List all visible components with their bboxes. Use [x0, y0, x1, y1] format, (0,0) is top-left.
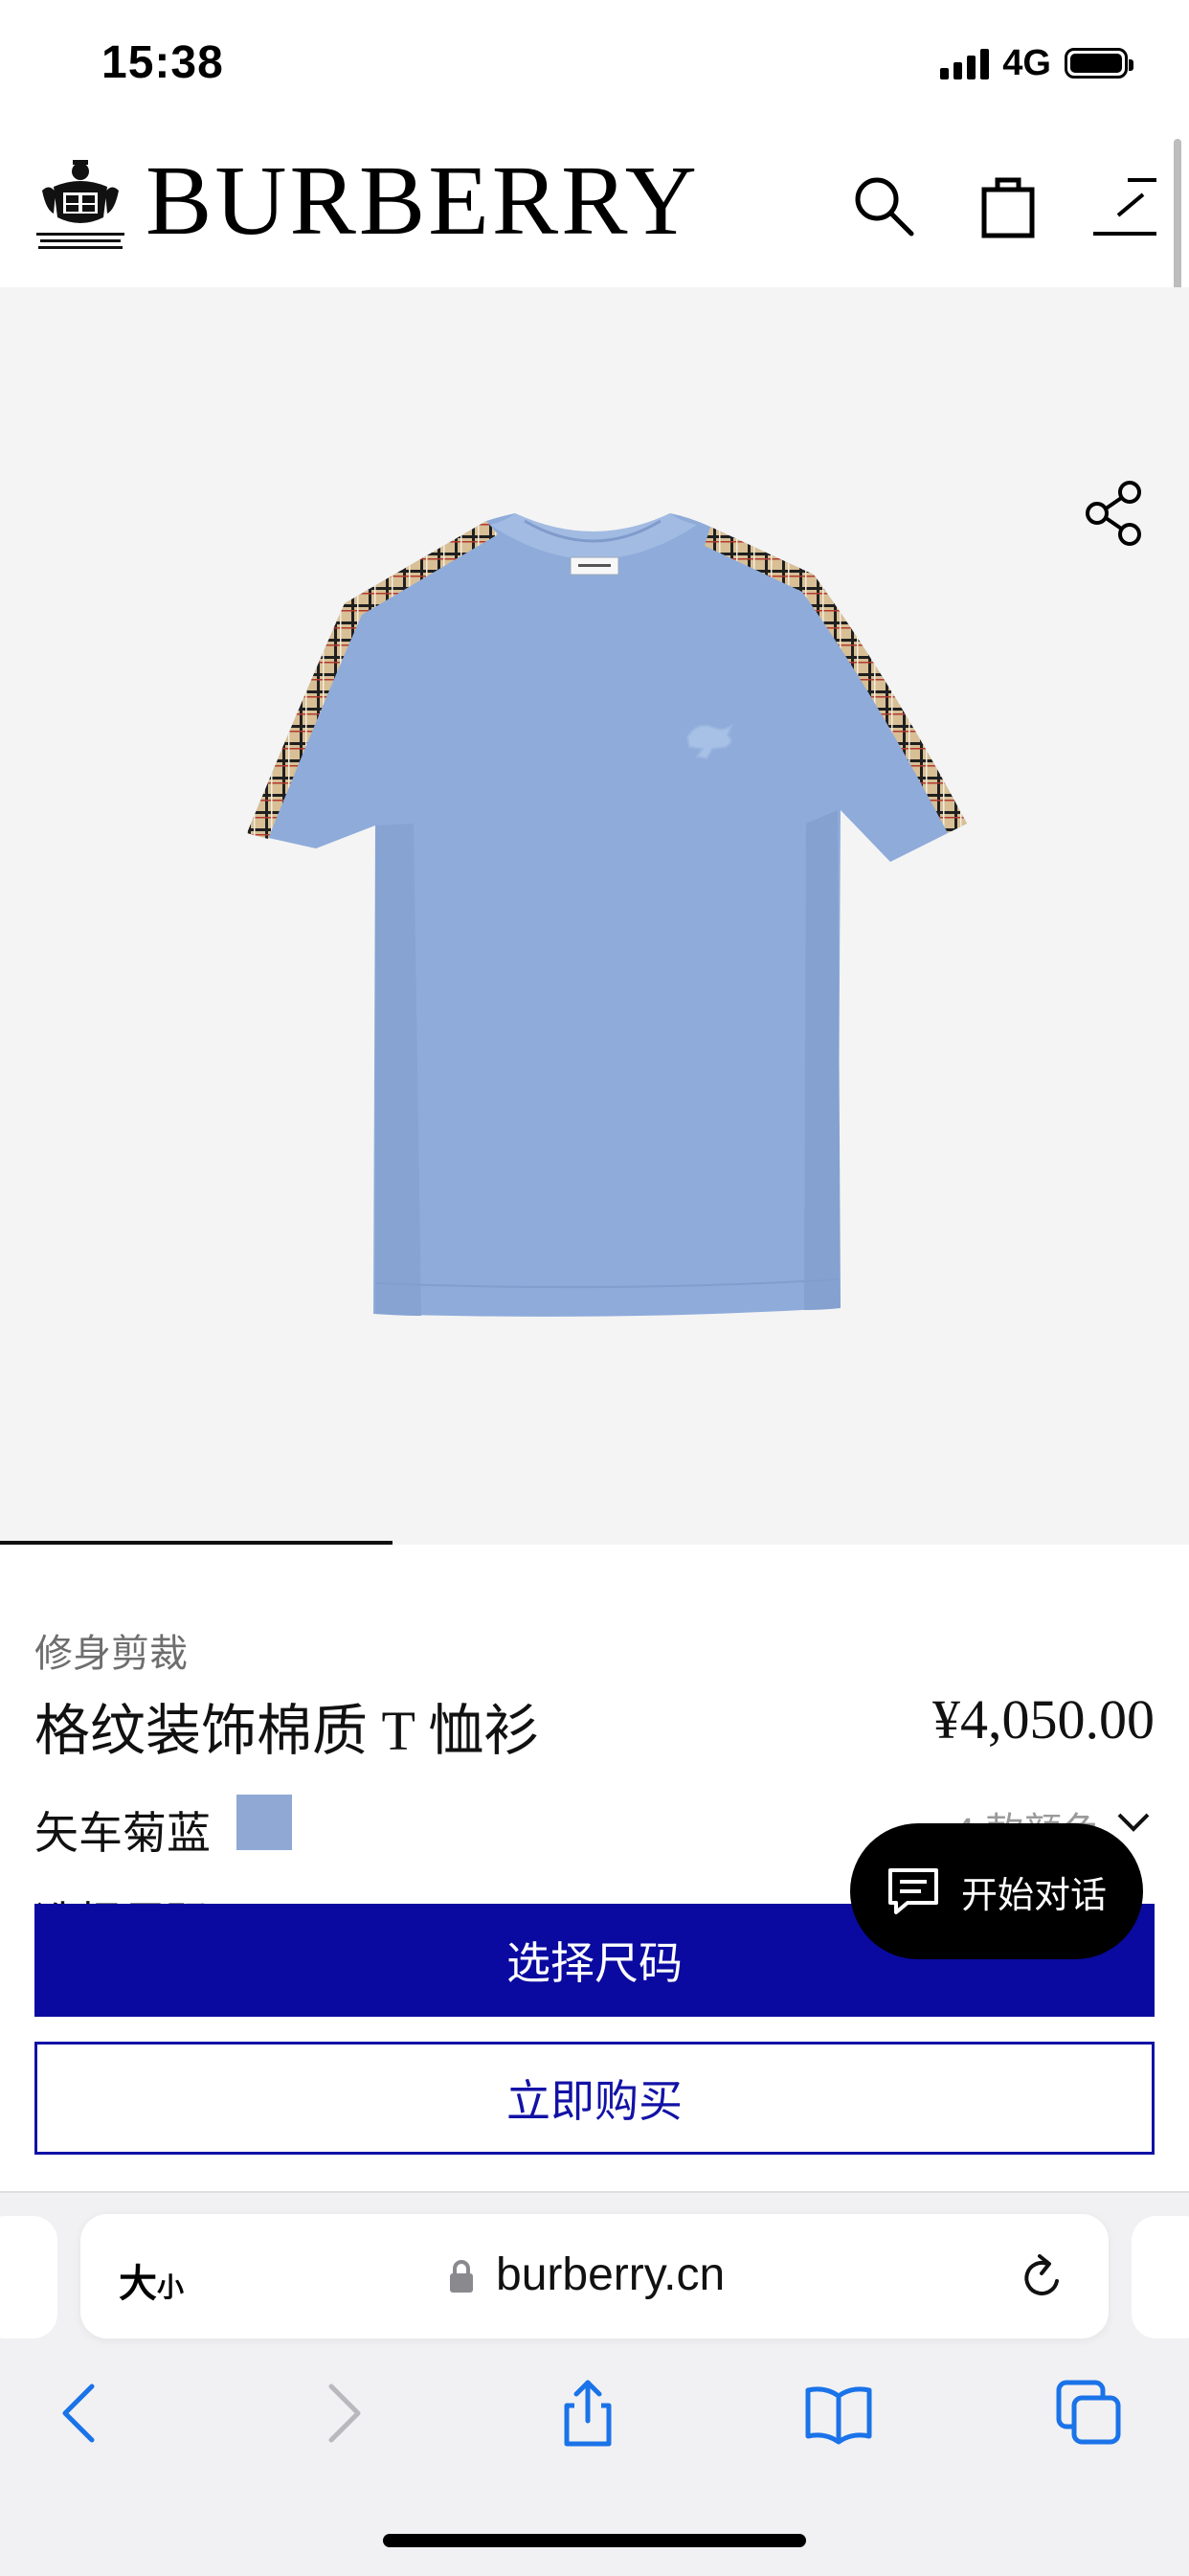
buy-now-button[interactable]: 立即购买	[34, 2042, 1155, 2155]
start-chat-label: 开始对话	[960, 1875, 1107, 1916]
product-price: ¥4,050.00	[932, 1688, 1155, 1751]
chat-icon	[887, 1868, 938, 1914]
share-icon[interactable]	[1082, 479, 1147, 548]
search-icon[interactable]	[850, 172, 917, 239]
bookmarks-icon[interactable]	[804, 2379, 873, 2448]
next-tab-preview[interactable]	[1132, 2216, 1189, 2339]
status-indicators: 4G	[940, 42, 1133, 83]
signal-icon	[940, 47, 990, 79]
chevron-down-icon[interactable]	[1116, 1812, 1151, 1833]
start-chat-button[interactable]: 开始对话	[850, 1823, 1143, 1959]
share-sheet-icon[interactable]	[553, 2379, 622, 2448]
lock-icon	[450, 2260, 473, 2293]
product-title: 格纹装饰棉质 T 恤衫	[34, 1700, 540, 1762]
text-size-small: 小	[157, 2272, 185, 2302]
forward-icon[interactable]	[306, 2379, 375, 2448]
reload-icon[interactable]	[1019, 2252, 1066, 2302]
product-fit-label: 修身剪裁	[34, 1633, 188, 1675]
text-size-big: 大	[119, 2263, 157, 2305]
previous-tab-preview[interactable]	[0, 2216, 57, 2339]
network-type: 4G	[1002, 42, 1051, 83]
selected-color-name: 矢车菊蓝	[34, 1808, 211, 1858]
text-size-button[interactable]: 大小	[119, 2252, 184, 2308]
royal-warrant-crest-icon	[36, 160, 124, 249]
carousel-progress-indicator	[0, 1541, 393, 1545]
battery-icon	[1065, 48, 1133, 79]
shopping-bag-icon[interactable]	[976, 172, 1040, 239]
home-indicator[interactable]	[383, 2534, 806, 2547]
back-icon[interactable]	[48, 2379, 117, 2448]
menu-icon[interactable]	[1091, 172, 1158, 239]
url-text[interactable]: burberry.cn	[496, 2248, 725, 2301]
status-time: 15:38	[101, 37, 224, 88]
tabs-icon[interactable]	[1055, 2379, 1124, 2448]
brand-logo[interactable]: BURBERRY	[146, 151, 700, 251]
color-swatch[interactable]	[236, 1795, 292, 1850]
product-image-carousel[interactable]	[0, 287, 1189, 1545]
product-image-tshirt	[247, 513, 967, 1317]
